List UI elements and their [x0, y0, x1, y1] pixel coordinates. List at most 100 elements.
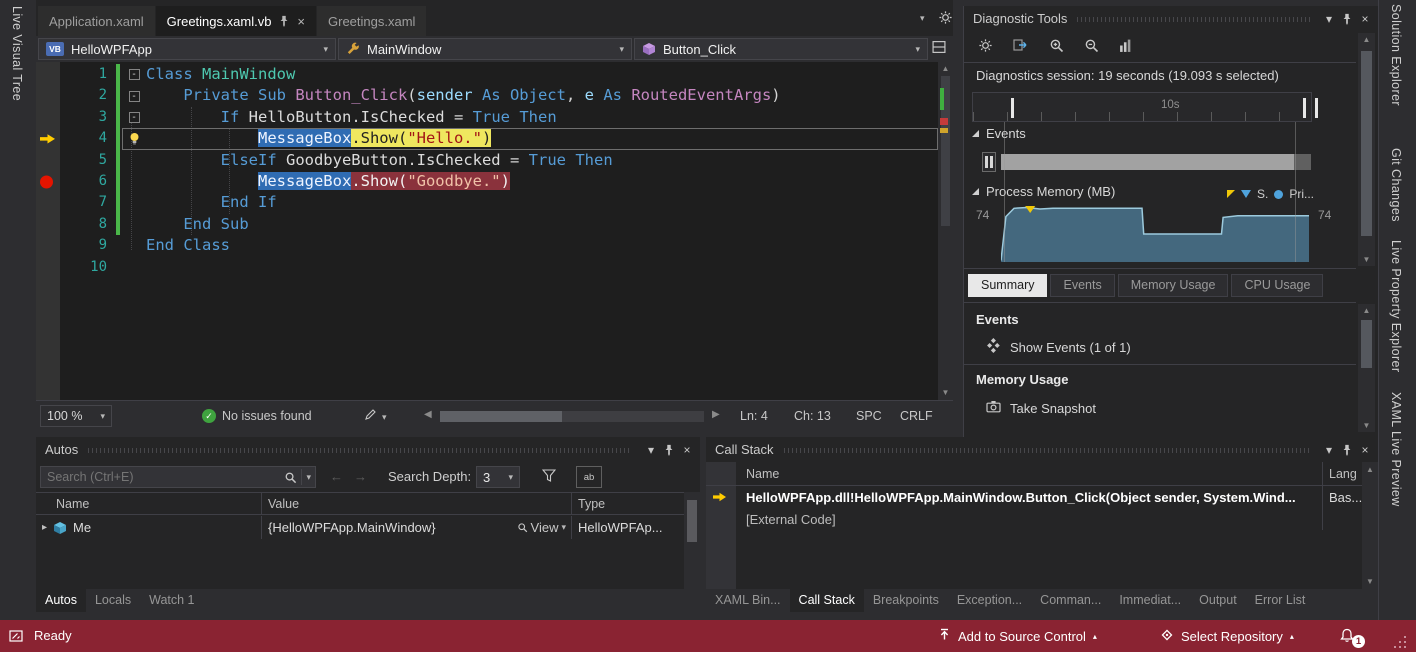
code-line[interactable]: 9End Class — [36, 235, 938, 256]
drag-grip[interactable] — [1077, 17, 1310, 22]
callstack-tab[interactable]: Exception... — [948, 589, 1031, 612]
notification-badge[interactable]: 1 — [1352, 635, 1365, 648]
background-tasks-icon[interactable] — [9, 630, 23, 645]
autos-row[interactable]: ▸ Me {HelloWPFApp.MainWindow} View ▾ Hel… — [36, 516, 684, 539]
diagnostics-tab[interactable]: Summary — [968, 274, 1047, 297]
code-gutter[interactable] — [36, 85, 60, 106]
timeline-ruler[interactable]: 10s — [972, 92, 1312, 122]
column-header-name[interactable]: Name — [736, 467, 1322, 481]
document-tab[interactable]: Application.xaml — [38, 6, 155, 36]
close-icon[interactable]: × — [1356, 441, 1374, 458]
chevron-down-icon[interactable]: ▾ — [1320, 441, 1338, 458]
callstack-tab[interactable]: Output — [1190, 589, 1246, 612]
resize-grip[interactable] — [1404, 646, 1406, 648]
code-line[interactable]: 8 End Sub — [36, 214, 938, 235]
code-gutter[interactable] — [36, 107, 60, 128]
view-button[interactable]: View ▾ — [517, 520, 566, 535]
callstack-tab[interactable]: Call Stack — [790, 589, 864, 612]
column-header-lang[interactable]: Lang — [1322, 462, 1362, 485]
export-icon[interactable] — [1013, 38, 1029, 55]
scrollbar-thumb[interactable] — [1361, 320, 1372, 368]
search-box[interactable]: ▾ — [40, 466, 316, 488]
autos-tab[interactable]: Locals — [86, 589, 140, 612]
close-icon[interactable]: × — [678, 441, 696, 458]
add-to-source-control-button[interactable]: Add to Source Control ▴ — [938, 620, 1097, 652]
scroll-up-icon[interactable]: ▲ — [1358, 35, 1375, 44]
code-line[interactable]: 6 MessageBox.Show("Goodbye.") — [36, 171, 938, 192]
callstack-tab[interactable]: Immediat... — [1110, 589, 1190, 612]
hscroll-left-icon[interactable]: ◀ — [424, 409, 432, 420]
reset-view-icon[interactable] — [1119, 38, 1134, 56]
scroll-up-icon[interactable]: ▲ — [1358, 306, 1375, 315]
code-editor[interactable]: 1-Class MainWindow2- Private Sub Button_… — [36, 62, 953, 400]
member-dropdown[interactable]: Button_Click ▾ — [634, 38, 928, 60]
callstack-tab[interactable]: Error List — [1246, 589, 1315, 612]
code-line[interactable]: 5 ElseIf GoodbyeButton.IsChecked = True … — [36, 150, 938, 171]
autos-scrollbar[interactable] — [684, 492, 700, 589]
code-line[interactable]: 3- If HelloButton.IsChecked = True Then — [36, 107, 938, 128]
pin-icon[interactable] — [278, 15, 290, 27]
document-tab[interactable]: Greetings.xaml.vb× — [156, 6, 316, 36]
expander-icon[interactable]: ▸ — [42, 522, 47, 533]
zoom-in-icon[interactable] — [1049, 38, 1064, 56]
column-header-value[interactable]: Value — [262, 493, 572, 514]
collapse-box-icon[interactable]: - — [129, 91, 140, 102]
pin-icon[interactable] — [660, 441, 678, 458]
search-back-icon[interactable]: ← — [330, 469, 343, 484]
scroll-up-icon[interactable]: ▲ — [938, 64, 953, 73]
scrollbar-thumb[interactable] — [1361, 51, 1372, 236]
search-input[interactable] — [41, 470, 284, 484]
code-line[interactable]: 10 — [36, 257, 938, 278]
project-dropdown[interactable]: VB HelloWPFApp ▾ — [38, 38, 336, 60]
diagnostics-scrollbar[interactable]: ▲ ▼ — [1358, 33, 1375, 266]
scroll-down-icon[interactable]: ▼ — [1358, 421, 1375, 430]
horizontal-scrollbar[interactable] — [440, 411, 704, 422]
event-marker-icon[interactable] — [982, 152, 996, 172]
type-dropdown[interactable]: MainWindow ▾ — [338, 38, 632, 60]
side-tab[interactable]: Solution Explorer — [1389, 4, 1403, 106]
editor-vertical-scrollbar[interactable]: ▲ ▼ — [938, 62, 953, 400]
code-line[interactable]: 4 MessageBox.Show("Hello.") — [36, 128, 938, 149]
scroll-up-icon[interactable]: ▲ — [1362, 465, 1378, 474]
side-tab[interactable]: Git Changes — [1389, 148, 1403, 222]
search-depth-dropdown[interactable]: 3 ▾ — [476, 466, 520, 488]
callstack-tab[interactable]: Breakpoints — [864, 589, 948, 612]
selection-handle[interactable] — [1011, 98, 1014, 118]
settings-gear-icon[interactable] — [978, 38, 993, 56]
code-gutter[interactable] — [36, 257, 60, 278]
side-tab[interactable]: Live Property Explorer — [1389, 240, 1403, 372]
collapse-box-icon[interactable]: - — [129, 69, 140, 80]
column-header-type[interactable]: Type — [572, 497, 684, 511]
code-line[interactable]: 1-Class MainWindow — [36, 64, 938, 85]
memory-section-header[interactable]: Process Memory (MB) — [972, 184, 1115, 199]
zoom-out-icon[interactable] — [1084, 38, 1099, 56]
text-visualizer-icon[interactable]: ab — [576, 466, 602, 488]
callstack-row[interactable]: [External Code] — [706, 508, 1362, 530]
callstack-row[interactable]: HelloWPFApp.dll!HelloWPFApp.MainWindow.B… — [706, 486, 1362, 508]
split-editor-button[interactable] — [932, 40, 946, 57]
code-line[interactable]: 7 End If — [36, 192, 938, 213]
events-section-header[interactable]: Events — [972, 126, 1026, 141]
code-gutter[interactable] — [36, 171, 60, 192]
diagnostics-tab[interactable]: Memory Usage — [1118, 274, 1229, 297]
code-gutter[interactable] — [36, 150, 60, 171]
close-icon[interactable]: × — [297, 14, 305, 29]
summary-scrollbar[interactable]: ▲ ▼ — [1358, 304, 1375, 432]
health-check-icon[interactable]: ✓ — [202, 409, 216, 423]
selection-handle[interactable] — [1303, 98, 1306, 118]
show-events-link[interactable]: Show Events (1 of 1) — [986, 338, 1131, 356]
document-tab[interactable]: Greetings.xaml — [317, 6, 426, 36]
spaces-indicator[interactable]: SPC — [856, 409, 882, 423]
tab-overflow-chevron-icon[interactable]: ▾ — [920, 13, 925, 24]
collapse-box-icon[interactable]: - — [129, 112, 140, 123]
chevron-down-icon[interactable]: ▾ — [642, 441, 660, 458]
autos-tab[interactable]: Autos — [36, 589, 86, 612]
pin-icon[interactable] — [1338, 441, 1356, 458]
pen-icon[interactable] — [364, 408, 377, 424]
side-tab-live-visual-tree[interactable]: Live Visual Tree — [10, 6, 24, 101]
search-options-chevron-icon[interactable]: ▾ — [302, 472, 315, 483]
scroll-down-icon[interactable]: ▼ — [938, 388, 953, 397]
search-forward-icon[interactable]: → — [354, 469, 367, 484]
hscroll-right-icon[interactable]: ▶ — [712, 409, 720, 420]
take-snapshot-link[interactable]: Take Snapshot — [986, 400, 1096, 416]
